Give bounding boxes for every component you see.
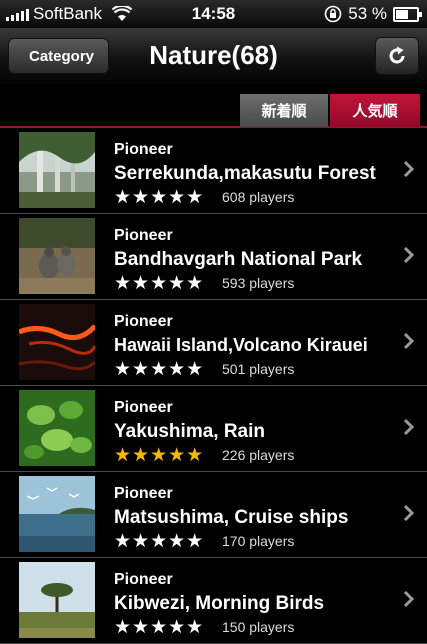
rating-stars: ★★★★★ (114, 531, 205, 552)
list-item[interactable]: Pioneer Yakushima, Rain ★★★★★ 226 player… (0, 386, 427, 472)
chevron-right-icon (403, 590, 415, 608)
navigation-bar: Category Nature(68) (0, 28, 427, 85)
battery-icon (393, 6, 422, 22)
list-item[interactable]: Pioneer Serrekunda,makasutu Forest ★★★★★… (0, 128, 427, 214)
player-count: 170 players (222, 533, 295, 549)
player-count: 150 players (222, 619, 295, 635)
sort-popular-tab[interactable]: 人気順 (330, 94, 420, 127)
item-author: Pioneer (114, 485, 173, 502)
chevron-right-icon (403, 418, 415, 436)
chevron-right-icon (403, 160, 415, 178)
list-item[interactable]: Pioneer Hawaii Island,Volcano Kirauei ★★… (0, 300, 427, 386)
player-count: 593 players (222, 275, 295, 291)
rating-stars: ★★★★★ (114, 445, 205, 466)
item-title: Matsushima, Cruise ships (114, 507, 349, 528)
rating-stars: ★★★★★ (114, 187, 205, 208)
list-item[interactable]: Pioneer Bandhavgarh National Park ★★★★★ … (0, 214, 427, 300)
map-list: Pioneer Serrekunda,makasutu Forest ★★★★★… (0, 128, 427, 644)
item-author: Pioneer (114, 141, 173, 158)
thumbnail-forest (19, 132, 95, 208)
item-title: Serrekunda,makasutu Forest (114, 163, 376, 184)
status-right: 53 % (324, 4, 422, 24)
thumbnail-savanna (19, 562, 95, 638)
rotation-lock-icon (324, 5, 342, 23)
item-author: Pioneer (114, 399, 173, 416)
thumbnail-sea (19, 476, 95, 552)
player-count: 608 players (222, 189, 295, 205)
item-author: Pioneer (114, 227, 173, 244)
refresh-button[interactable] (375, 37, 419, 75)
page-title: Nature(68) (149, 40, 278, 70)
item-title: Yakushima, Rain (114, 421, 266, 442)
rating-stars: ★★★★★ (114, 359, 205, 380)
rating-stars: ★★★★★ (114, 273, 205, 294)
chevron-right-icon (403, 504, 415, 522)
sort-new-tab[interactable]: 新着順 (240, 94, 328, 127)
item-title: Hawaii Island,Volcano Kirauei (114, 335, 368, 355)
player-count: 226 players (222, 447, 295, 463)
list-item[interactable]: Pioneer Matsushima, Cruise ships ★★★★★ 1… (0, 472, 427, 558)
thumbnail-park (19, 218, 95, 294)
rating-stars: ★★★★★ (114, 617, 205, 638)
thumbnail-rain (19, 390, 95, 466)
sort-segment-bar: 新着順 人気順 (0, 85, 427, 128)
item-title: Kibwezi, Morning Birds (114, 593, 325, 614)
item-title: Bandhavgarh National Park (114, 249, 363, 270)
status-bar: SoftBank 14:58 53 % (0, 0, 427, 28)
chevron-right-icon (403, 246, 415, 264)
chevron-right-icon (403, 332, 415, 350)
thumbnail-volcano (19, 304, 95, 380)
battery-percent: 53 % (348, 4, 387, 23)
refresh-icon (389, 46, 405, 64)
list-item[interactable]: Pioneer Kibwezi, Morning Birds ★★★★★ 150… (0, 558, 427, 644)
player-count: 501 players (222, 361, 295, 377)
item-author: Pioneer (114, 313, 173, 330)
item-author: Pioneer (114, 571, 173, 588)
